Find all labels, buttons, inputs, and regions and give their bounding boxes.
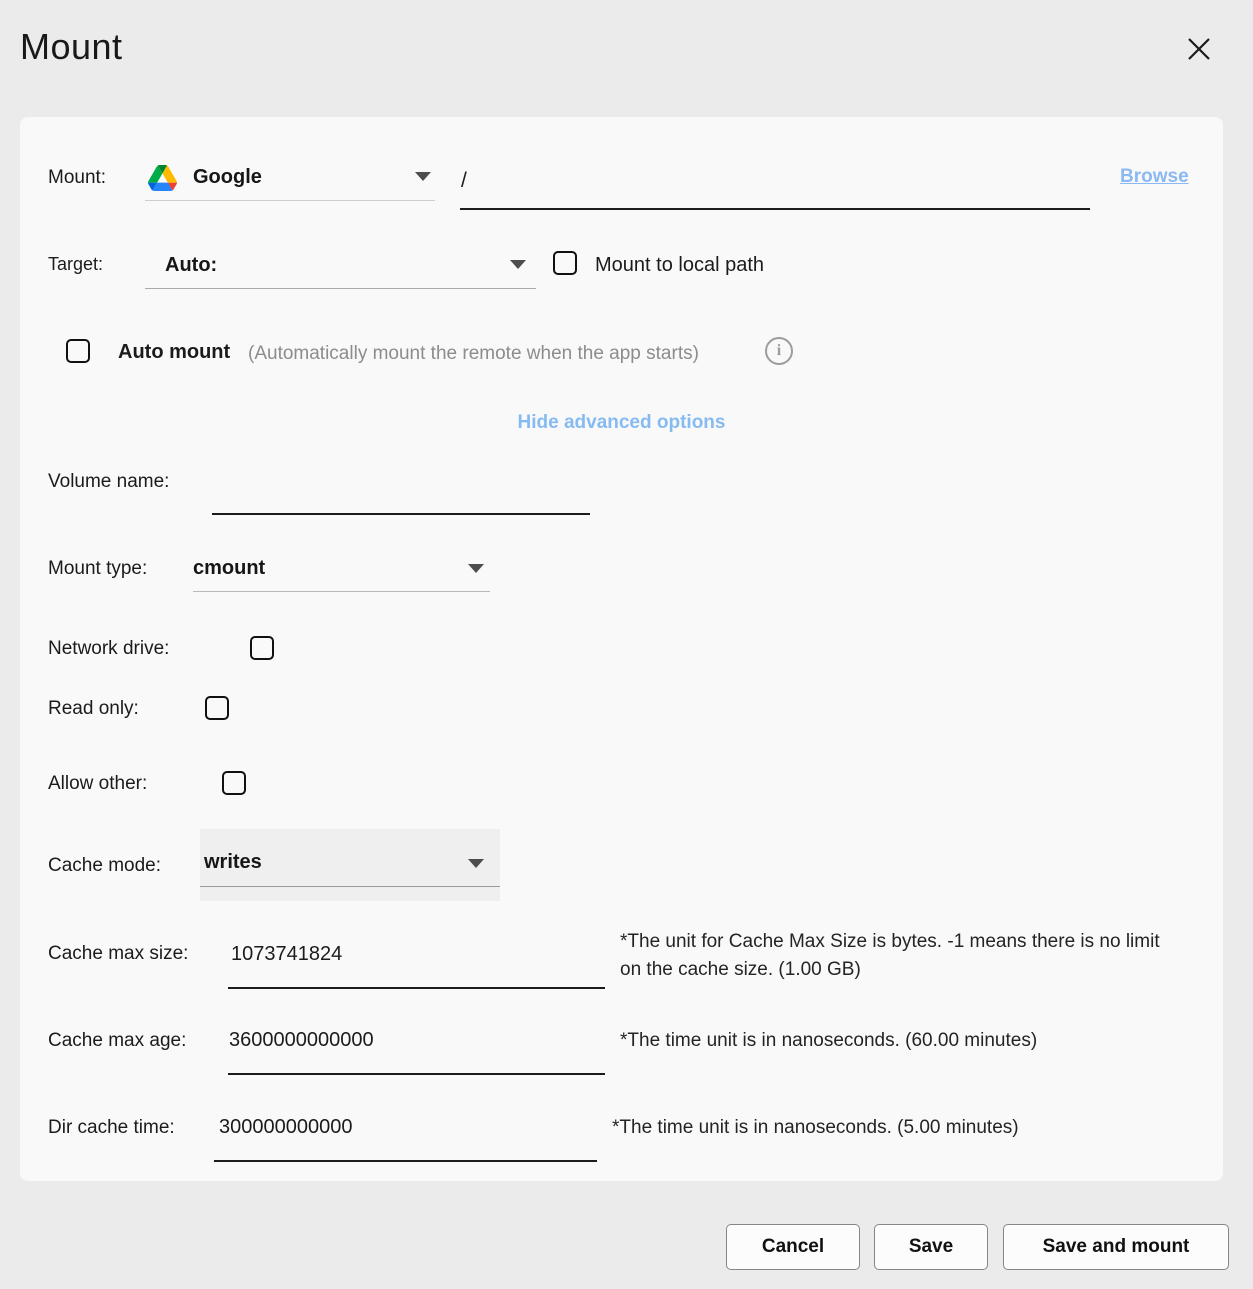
mount-label: Mount: <box>48 167 106 189</box>
cache-mode-label: Cache mode: <box>48 855 161 877</box>
auto-mount-label: Auto mount <box>118 341 230 364</box>
close-button[interactable] <box>1183 33 1215 65</box>
auto-mount-hint: (Automatically mount the remote when the… <box>248 343 699 365</box>
allow-other-label: Allow other: <box>48 773 147 795</box>
mount-form-card: Mount: Google Browse Target: Auto: Mount… <box>20 117 1223 1181</box>
target-select[interactable]: Auto: <box>145 246 536 289</box>
dir-cache-time-input[interactable] <box>214 1105 597 1162</box>
save-and-mount-button[interactable]: Save and mount <box>1003 1224 1229 1270</box>
dialog-title: Mount <box>20 26 123 68</box>
cache-max-size-note: *The unit for Cache Max Size is bytes. -… <box>620 928 1180 984</box>
cache-mode-value: writes <box>204 851 262 874</box>
mount-path-input[interactable] <box>460 163 1090 210</box>
remote-select-value: Google <box>193 166 262 189</box>
auto-mount-checkbox[interactable] <box>66 339 90 363</box>
network-drive-label: Network drive: <box>48 638 169 660</box>
chevron-down-icon <box>510 260 526 269</box>
chevron-down-icon <box>415 172 431 181</box>
info-icon[interactable]: i <box>765 337 793 365</box>
target-select-value: Auto: <box>165 254 217 277</box>
cache-max-age-input[interactable] <box>228 1018 605 1075</box>
mount-to-local-path-checkbox[interactable] <box>553 251 577 275</box>
mount-to-local-path-label: Mount to local path <box>595 254 764 277</box>
close-icon <box>1187 37 1211 61</box>
volume-name-input[interactable] <box>212 475 590 515</box>
read-only-checkbox[interactable] <box>205 696 229 720</box>
google-drive-icon <box>148 165 177 191</box>
mount-type-value: cmount <box>193 557 265 580</box>
cache-max-age-note: *The time unit is in nanoseconds. (60.00… <box>620 1030 1220 1052</box>
dir-cache-time-label: Dir cache time: <box>48 1117 175 1139</box>
browse-link[interactable]: Browse <box>1120 166 1189 188</box>
cache-max-size-label: Cache max size: <box>48 943 188 965</box>
save-button[interactable]: Save <box>874 1224 988 1270</box>
chevron-down-icon <box>468 564 484 573</box>
mount-type-label: Mount type: <box>48 558 147 580</box>
target-label: Target: <box>48 254 103 275</box>
chevron-down-icon <box>468 859 484 868</box>
remote-select[interactable]: Google <box>145 160 435 201</box>
cache-max-age-label: Cache max age: <box>48 1030 186 1052</box>
cache-mode-select[interactable]: writes <box>200 829 500 901</box>
cache-max-size-input[interactable] <box>228 931 605 989</box>
cancel-button[interactable]: Cancel <box>726 1224 860 1270</box>
cache-mode-underline <box>200 886 500 887</box>
hide-advanced-options-link[interactable]: Hide advanced options <box>20 412 1223 434</box>
allow-other-checkbox[interactable] <box>222 771 246 795</box>
read-only-label: Read only: <box>48 698 139 720</box>
dir-cache-time-note: *The time unit is in nanoseconds. (5.00 … <box>612 1117 1212 1139</box>
network-drive-checkbox[interactable] <box>250 636 274 660</box>
volume-name-label: Volume name: <box>48 471 169 493</box>
mount-type-select[interactable]: cmount <box>193 551 490 592</box>
